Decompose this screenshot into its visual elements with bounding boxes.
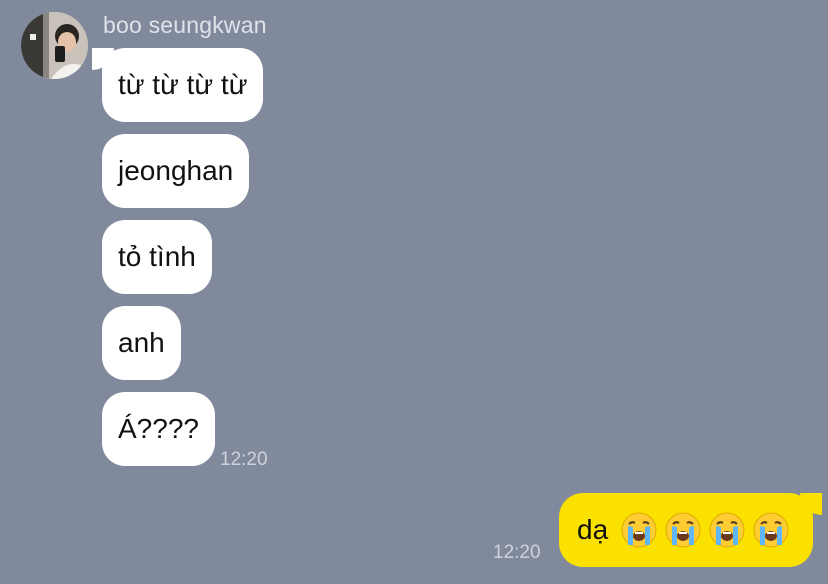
- avatar-photo: [21, 12, 88, 79]
- incoming-message-bubble[interactable]: tỏ tình: [102, 220, 212, 294]
- incoming-message-bubble[interactable]: anh: [102, 306, 181, 380]
- incoming-message-bubble[interactable]: Á????: [102, 392, 215, 466]
- incoming-timestamp: 12:20: [220, 449, 268, 470]
- message-text: jeonghan: [118, 155, 234, 186]
- message-text: anh: [118, 327, 165, 358]
- contact-avatar[interactable]: [21, 12, 88, 79]
- outgoing-timestamp: 12:20: [493, 542, 541, 563]
- incoming-message-bubble[interactable]: jeonghan: [102, 134, 250, 208]
- emoji-group: [620, 511, 790, 549]
- loudly-crying-face-icon: [621, 512, 657, 548]
- message-text: Á????: [118, 413, 199, 444]
- message-text: từ từ từ từ: [118, 69, 248, 100]
- message-text: tỏ tình: [118, 241, 196, 272]
- incoming-message-bubble[interactable]: từ từ từ từ: [91, 48, 264, 122]
- loudly-crying-face-icon: [753, 512, 789, 548]
- message-text: dạ: [577, 514, 609, 545]
- contact-name: boo seungkwan: [103, 12, 267, 38]
- outgoing-message-bubble[interactable]: dạ: [559, 493, 822, 567]
- loudly-crying-face-icon: [665, 512, 701, 548]
- loudly-crying-face-icon: [709, 512, 745, 548]
